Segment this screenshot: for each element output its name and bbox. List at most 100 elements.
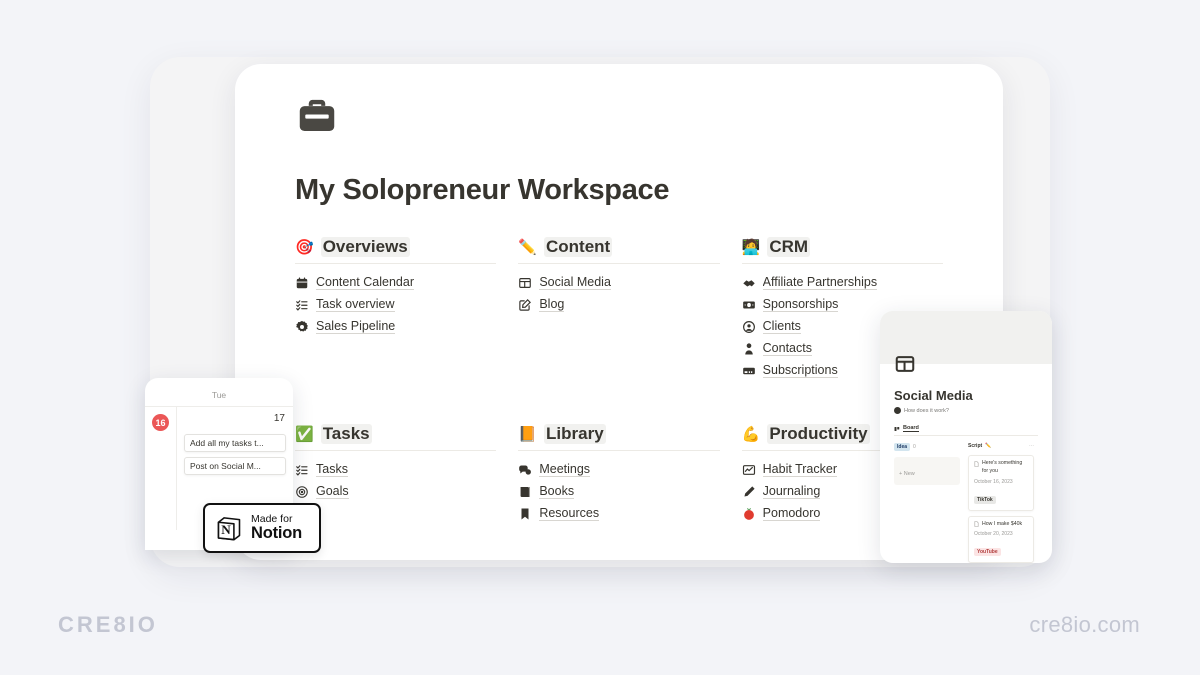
section-grid: 🎯 Overviews <box>295 237 943 523</box>
link-label: Sponsorships <box>763 297 839 312</box>
preview-board: Idea 0 + New Script ✏️ ⋯ <box>894 443 1038 563</box>
calendar-divider <box>176 407 177 530</box>
link-label: Meetings <box>539 462 590 477</box>
link-task-overview[interactable]: Task overview <box>295 295 496 314</box>
card-title-row: Here's something for you <box>974 460 1028 476</box>
card-tag: TikTok <box>974 496 996 504</box>
section-title: Overviews <box>321 237 410 257</box>
section-header: ✏️ Content <box>518 237 719 264</box>
section-title: Library <box>544 424 606 444</box>
link-label: Resources <box>539 506 599 521</box>
section-header: 🎯 Overviews <box>295 237 496 264</box>
calendar-day-label: Tue <box>145 378 293 406</box>
tab-board[interactable]: Board <box>903 425 919 432</box>
link-affiliate-partnerships[interactable]: Affiliate Partnerships <box>742 273 943 292</box>
board-card[interactable]: How I make $40k October 20, 2023 YouTube <box>968 516 1034 563</box>
link-label: Subscriptions <box>763 363 838 378</box>
link-label: Blog <box>539 297 564 312</box>
calendar-day-number: 17 <box>274 413 285 424</box>
briefcase-icon <box>295 94 339 138</box>
target-emoji-icon: 🎯 <box>295 240 314 255</box>
pen-square-icon <box>518 298 532 312</box>
link-books[interactable]: Books <box>518 482 719 501</box>
grid-spacer <box>518 380 719 424</box>
pen-icon <box>742 485 756 499</box>
board-card[interactable]: Here's something for you October 16, 202… <box>968 455 1034 511</box>
book-icon <box>518 485 532 499</box>
board-view-icon <box>894 426 900 432</box>
money-icon <box>742 298 756 312</box>
card-title-row: How I make $40k <box>974 521 1028 529</box>
calendar-event-chip[interactable]: Add all my tasks t... <box>184 434 286 452</box>
brand-website-url: cre8io.com <box>1029 612 1140 638</box>
gear-icon <box>295 320 309 334</box>
link-meetings[interactable]: Meetings <box>518 460 719 479</box>
link-tasks[interactable]: Tasks <box>295 460 496 479</box>
link-sales-pipeline[interactable]: Sales Pipeline <box>295 317 496 336</box>
column-emoji: ✏️ <box>985 443 991 449</box>
section-overviews: 🎯 Overviews <box>295 237 496 380</box>
section-links: Tasks Goals <box>295 460 496 501</box>
document-icon <box>974 461 979 467</box>
board-column-script: Script ✏️ ⋯ Here's something for you Oct… <box>968 443 1034 563</box>
calendar-date-badge: 16 <box>152 414 169 431</box>
section-header: 📙 Library <box>518 424 719 451</box>
gallery-icon <box>894 353 916 375</box>
preview-view-tabs: Board <box>894 425 1038 436</box>
task-list-icon <box>295 298 309 312</box>
pencil-emoji-icon: ✏️ <box>518 240 537 255</box>
link-label: Goals <box>316 484 349 499</box>
board-column-header: Idea 0 <box>894 443 960 451</box>
link-label: Content Calendar <box>316 275 414 290</box>
speech-bubbles-icon <box>518 463 532 477</box>
card-title: Here's something for you <box>982 460 1028 476</box>
card-date: October 16, 2023 <box>974 479 1028 485</box>
muscle-emoji-icon: 💪 <box>742 427 761 442</box>
board-column-idea: Idea 0 + New <box>894 443 960 563</box>
link-blog[interactable]: Blog <box>518 295 719 314</box>
gallery-icon <box>518 276 532 290</box>
brand-logo-cre8io: CRE8IO <box>58 612 158 638</box>
section-title: CRM <box>767 237 810 257</box>
section-title: Tasks <box>321 424 372 444</box>
section-library: 📙 Library Meetings <box>518 424 719 523</box>
card-title: How I make $40k <box>982 521 1022 529</box>
column-menu-icon[interactable]: ⋯ <box>1029 443 1034 449</box>
section-content: ✏️ Content Social Media <box>518 237 719 380</box>
handshake-icon <box>742 276 756 290</box>
section-links: Meetings Books <box>518 460 719 523</box>
contact-icon <box>742 342 756 356</box>
link-label: Clients <box>763 319 801 334</box>
link-resources[interactable]: Resources <box>518 504 719 523</box>
info-icon <box>894 407 901 414</box>
link-goals[interactable]: Goals <box>295 482 496 501</box>
task-list-icon <box>295 463 309 477</box>
made-for-notion-badge: N Made for Notion <box>203 503 321 553</box>
preview-subtitle: How does it work? <box>904 408 949 414</box>
target-icon <box>295 485 309 499</box>
link-content-calendar[interactable]: Content Calendar <box>295 273 496 292</box>
link-social-media[interactable]: Social Media <box>518 273 719 292</box>
chart-icon <box>742 463 756 477</box>
notion-badge-line2: Notion <box>251 525 302 542</box>
section-tasks: ✅ Tasks Tasks <box>295 424 496 523</box>
section-title: Productivity <box>767 424 869 444</box>
preview-subtitle-row: How does it work? <box>894 407 1038 414</box>
screenshot-stage: My Solopreneur Workspace 🎯 Overviews <box>0 0 1200 675</box>
board-column-header: Script ✏️ ⋯ <box>968 443 1034 449</box>
notion-cube-icon: N <box>215 514 243 542</box>
calendar-event-chip[interactable]: Post on Social M... <box>184 457 286 475</box>
column-body: + New <box>894 457 960 485</box>
link-label: Journaling <box>763 484 821 499</box>
card-icon <box>742 364 756 378</box>
preview-title: Social Media <box>894 388 1038 403</box>
calendar-icon <box>295 276 309 290</box>
column-count: 0 <box>913 444 916 450</box>
link-label: Affiliate Partnerships <box>763 275 877 290</box>
link-label: Tasks <box>316 462 348 477</box>
column-tag: Idea <box>894 443 910 451</box>
new-card-button[interactable]: + New <box>899 471 915 477</box>
link-label: Books <box>539 484 574 499</box>
svg-text:N: N <box>221 522 231 537</box>
check-emoji-icon: ✅ <box>295 427 314 442</box>
